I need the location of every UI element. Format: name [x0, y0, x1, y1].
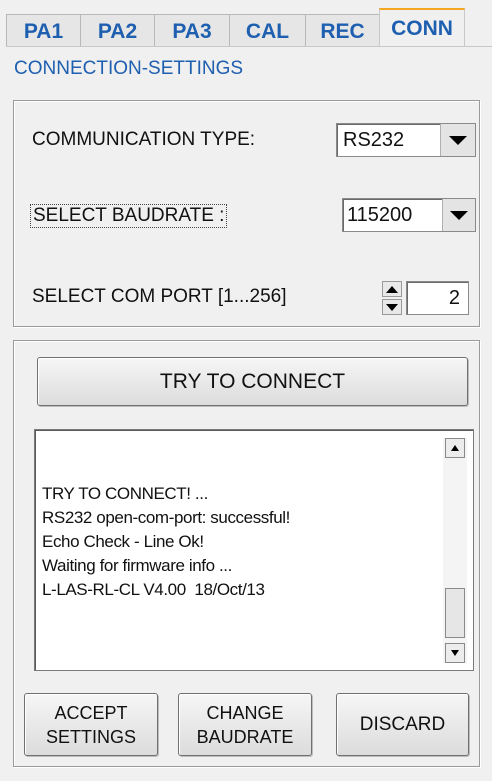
baudrate-dropdown[interactable]: 115200 — [342, 198, 476, 232]
baudrate-label: SELECT BAUDRATE : — [30, 204, 228, 228]
com-port-spinner[interactable] — [381, 281, 403, 315]
tab-bar: PA1 PA2 PA3 CAL REC CONN — [6, 8, 465, 46]
communication-type-label: COMMUNICATION TYPE: — [32, 129, 256, 150]
baudrate-value: 115200 — [347, 203, 413, 226]
scroll-up-icon[interactable] — [445, 438, 465, 458]
change-baudrate-button[interactable]: CHANGE BAUDRATE — [178, 693, 312, 756]
log-scrollbar[interactable] — [443, 438, 467, 663]
log-line: TRY TO CONNECT! ... — [42, 484, 208, 503]
log-line: RS232 open-com-port: successful! — [42, 508, 290, 527]
discard-button[interactable]: DISCARD — [336, 693, 469, 756]
settings-panel: COMMUNICATION TYPE: RS232 SELECT BAUDRAT… — [13, 100, 480, 327]
connection-log[interactable]: TRY TO CONNECT! ... RS232 open-com-port:… — [34, 429, 474, 671]
section-title: CONNECTION-SETTINGS — [14, 58, 244, 79]
communication-type-dropdown[interactable]: RS232 — [336, 123, 476, 157]
dropdown-arrow-icon[interactable] — [440, 124, 475, 156]
scroll-thumb[interactable] — [445, 588, 465, 638]
communication-type-value: RS232 — [343, 128, 405, 151]
spin-down-icon[interactable] — [382, 299, 402, 315]
com-port-input[interactable]: 2 — [406, 281, 469, 315]
change-baudrate-label: CHANGE BAUDRATE — [196, 702, 294, 747]
scroll-down-icon[interactable] — [445, 643, 465, 663]
connect-panel: TRY TO CONNECT TRY TO CONNECT! ... RS232… — [13, 340, 480, 767]
tab-pa3[interactable]: PA3 — [154, 14, 230, 46]
log-text: TRY TO CONNECT! ... RS232 open-com-port:… — [42, 482, 290, 602]
log-line: L-LAS-RL-CL V4.00 18/Oct/13 — [42, 580, 265, 599]
tab-rec[interactable]: REC — [305, 14, 380, 46]
log-line: Waiting for firmware info ... — [42, 556, 232, 575]
tab-divider — [6, 46, 492, 47]
accept-settings-label: ACCEPT SETTINGS — [45, 702, 136, 747]
try-to-connect-button[interactable]: TRY TO CONNECT — [37, 357, 468, 406]
tab-pa2[interactable]: PA2 — [80, 14, 155, 46]
dropdown-arrow-icon[interactable] — [442, 199, 475, 231]
accept-settings-button[interactable]: ACCEPT SETTINGS — [24, 693, 158, 756]
log-line: Echo Check - Line Ok! — [42, 532, 204, 551]
tab-conn[interactable]: CONN — [379, 8, 465, 46]
com-port-label: SELECT COM PORT [1...256] — [32, 286, 287, 307]
tab-cal[interactable]: CAL — [229, 14, 306, 46]
spin-up-icon[interactable] — [382, 281, 402, 297]
tab-pa1[interactable]: PA1 — [6, 14, 81, 46]
